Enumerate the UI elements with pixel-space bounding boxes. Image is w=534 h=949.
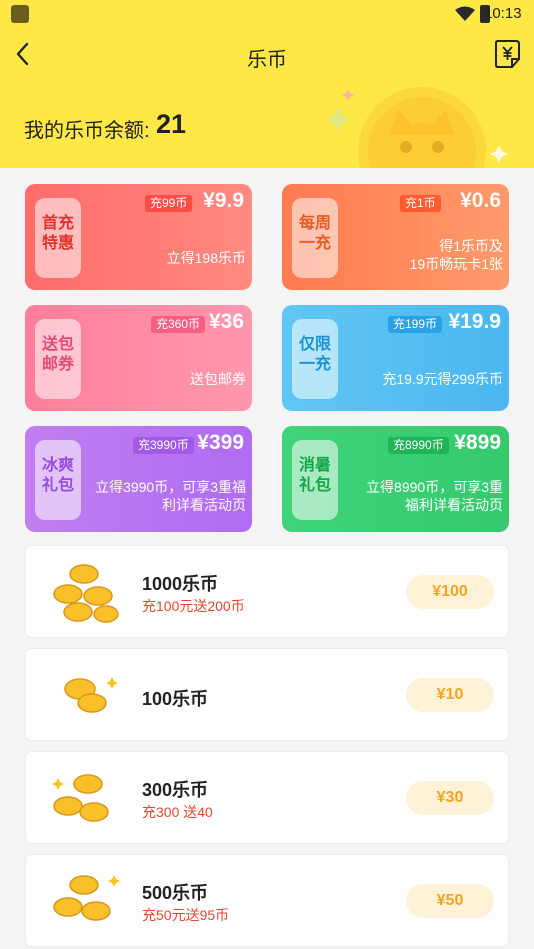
status-bar: 10:13 bbox=[0, 0, 534, 30]
coin-pile-icon bbox=[52, 774, 109, 822]
promo-card-weekly[interactable]: 每周一充 充1币 ¥0.6 得1乐币及 19币畅玩卡1张 bbox=[282, 184, 509, 290]
promo-price: ¥399 bbox=[197, 431, 244, 454]
cat-coin-decoration-icon bbox=[326, 87, 508, 168]
promo-tag: 充3990币 bbox=[133, 437, 194, 454]
promo-tab-label: 每周一充 bbox=[298, 215, 331, 252]
promo-card-free-shipping[interactable]: 送包邮券 充360币 ¥36 送包邮券 bbox=[25, 305, 252, 411]
coin-package-row[interactable]: 1000乐币 充100元送200币 ¥100 bbox=[25, 545, 509, 638]
promo-tag: 充360币 bbox=[151, 316, 206, 333]
package-name: 100乐币 bbox=[142, 689, 209, 709]
balance-label: 我的乐币余额: bbox=[24, 120, 150, 142]
status-time: 10:13 bbox=[484, 5, 522, 22]
promo-desc: 送包邮券 bbox=[190, 371, 246, 387]
promo-tab-label: 仅限一充 bbox=[298, 336, 331, 373]
header-area: 10:13 乐币 我的乐币余额: 21 bbox=[0, 0, 534, 168]
coin-package-row[interactable]: 500乐币 充50元送95币 ¥50 bbox=[25, 854, 509, 947]
promo-tab-label: 冰爽礼包 bbox=[41, 457, 74, 494]
promo-price: ¥9.9 bbox=[203, 189, 244, 212]
coin-pile-icon bbox=[53, 564, 119, 623]
buy-button[interactable]: ¥30 bbox=[406, 781, 494, 815]
coin-pile-icon bbox=[64, 677, 118, 713]
package-name: 1000乐币 bbox=[142, 574, 219, 594]
promo-card-summer-pack[interactable]: 消暑礼包 充8990币 ¥899 立得8990币，可享3重 福利详看活动页 bbox=[282, 426, 509, 532]
coin-package-row[interactable]: 300乐币 充300 送40 ¥30 bbox=[25, 751, 509, 844]
page-title: 乐币 bbox=[247, 49, 287, 71]
promo-card-once-only[interactable]: 仅限一充 充199币 ¥19.9 充19.9元得299乐币 bbox=[282, 305, 509, 411]
promo-desc: 得1乐币及 19币畅玩卡1张 bbox=[409, 238, 503, 272]
promo-tab-label: 送包邮券 bbox=[41, 336, 74, 373]
coin-package-row[interactable]: 100乐币 ¥10 bbox=[25, 648, 509, 741]
coin-pile-icon bbox=[53, 875, 120, 921]
promo-card-first-recharge[interactable]: 首充特惠 充99币 ¥9.9 立得198乐币 bbox=[25, 184, 252, 290]
package-bonus: 充50元送95币 bbox=[142, 907, 230, 923]
promo-price: ¥0.6 bbox=[460, 189, 501, 212]
promo-card-cool-pack[interactable]: 冰爽礼包 充3990币 ¥399 立得3990币，可享3重福 利详看活动页 bbox=[25, 426, 252, 532]
nav-bar: 乐币 bbox=[0, 30, 534, 80]
promo-tag: 充8990币 bbox=[388, 437, 449, 454]
notification-icon bbox=[11, 5, 29, 23]
buy-button[interactable]: ¥10 bbox=[406, 678, 494, 712]
promo-tag: 充199币 bbox=[388, 316, 443, 333]
promo-tag: 充99币 bbox=[145, 195, 193, 212]
buy-button[interactable]: ¥100 bbox=[406, 575, 494, 609]
promo-desc: 立得3990币，可享3重福 利详看活动页 bbox=[95, 479, 246, 513]
promo-price: ¥19.9 bbox=[448, 310, 501, 333]
balance-value: 21 bbox=[156, 109, 187, 139]
package-name: 300乐币 bbox=[142, 780, 209, 800]
promo-desc: 立得8990币，可享3重 福利详看活动页 bbox=[366, 479, 503, 513]
package-bonus: 充300 送40 bbox=[142, 804, 213, 820]
promo-tab-label: 消暑礼包 bbox=[298, 457, 331, 494]
package-bonus: 充100元送200币 bbox=[142, 598, 245, 614]
promo-price: ¥899 bbox=[454, 431, 501, 454]
promo-desc: 立得198乐币 bbox=[166, 250, 246, 266]
promo-tab-label: 首充特惠 bbox=[41, 215, 74, 252]
promo-price: ¥36 bbox=[208, 310, 244, 333]
buy-button[interactable]: ¥50 bbox=[406, 884, 494, 918]
yuan-bill-icon[interactable] bbox=[494, 39, 522, 69]
promo-tag: 充1币 bbox=[400, 195, 441, 212]
package-name: 500乐币 bbox=[142, 883, 209, 903]
wifi-icon bbox=[455, 6, 475, 21]
promo-desc: 充19.9元得299乐币 bbox=[382, 371, 503, 387]
